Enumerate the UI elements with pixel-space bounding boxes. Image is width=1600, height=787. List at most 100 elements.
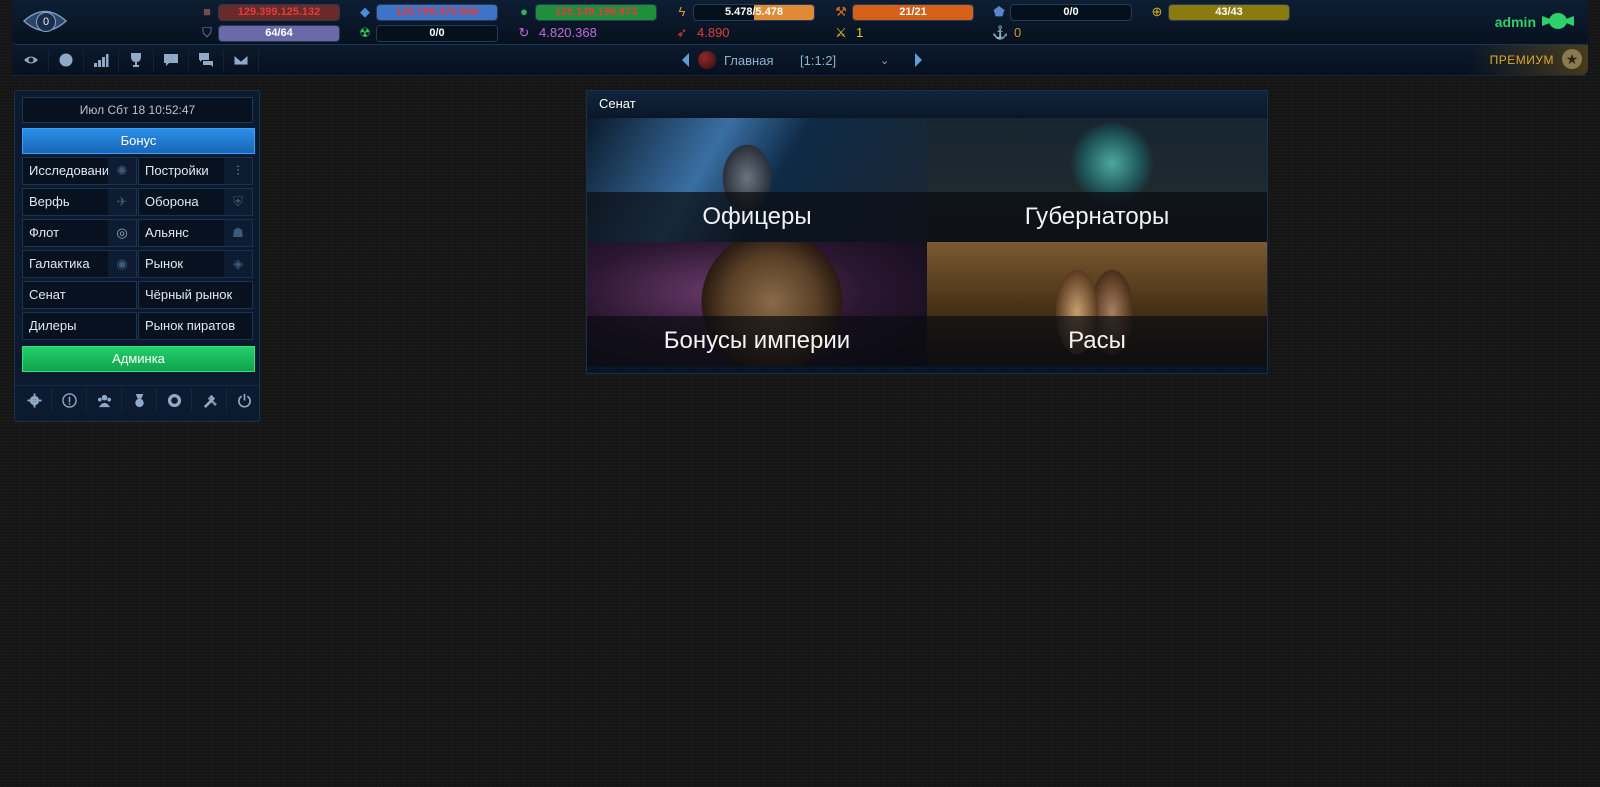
menu-item-label: Флот xyxy=(29,225,60,240)
moon-badge-icon: ⬟ xyxy=(993,4,1005,19)
premium-label: ПРЕМИУМ xyxy=(1489,53,1554,67)
resource-battles[interactable]: ⚔ 1 xyxy=(834,25,974,41)
shield-icon: ⛉ xyxy=(202,25,212,40)
tag-icon: ◈ xyxy=(224,251,252,277)
planet-name[interactable]: Главная xyxy=(724,53,773,68)
bonus-button[interactable]: Бонус xyxy=(22,128,255,154)
menu-item-research[interactable]: Исследовани ✺ xyxy=(22,157,137,185)
menu-item-alliance[interactable]: Альянс ☗ xyxy=(138,219,253,247)
menu-item-galaxy[interactable]: Галактика ◉ xyxy=(22,250,137,278)
user-rank-icon[interactable] xyxy=(1540,10,1576,32)
users-icon xyxy=(97,394,111,407)
top-resource-bar: 0 ■ 129.399.125.132 ◆ 120.799.370.556 ● … xyxy=(12,0,1588,45)
resource-deuterium[interactable]: ● 125.149.198.873 xyxy=(517,4,657,21)
recycle-value: 4.820.368 xyxy=(539,25,597,40)
alliance-icon: ☗ xyxy=(224,220,252,246)
officers-tile[interactable]: Офицеры xyxy=(587,118,927,242)
races-tile[interactable]: Расы xyxy=(927,242,1267,366)
next-planet-arrow-icon[interactable] xyxy=(915,53,922,67)
resource-expeditions[interactable]: ⊕ 43/43 xyxy=(1150,4,1290,21)
chat-bubbles-icon xyxy=(199,53,213,67)
username[interactable]: admin xyxy=(1495,14,1536,30)
statistics-button[interactable] xyxy=(84,49,119,71)
resource-builders[interactable]: ⚒ 21/21 xyxy=(834,4,974,21)
support-button[interactable] xyxy=(157,388,192,412)
resource-recycle[interactable]: ↻ 4.820.368 xyxy=(517,25,657,41)
globe-icon xyxy=(59,53,73,67)
bar-chart-icon xyxy=(94,54,109,67)
hammer-icon: ⚒ xyxy=(835,4,847,19)
resource-metal[interactable]: ■ 129.399.125.132 xyxy=(200,4,340,21)
quick-nav-bar: Главная [1:1:2] ⌄ ПРЕМИУМ ★ xyxy=(12,45,1588,76)
sidebar-footer-icons xyxy=(15,385,259,412)
menu-item-fleet[interactable]: Флот ◎ xyxy=(22,219,137,247)
radiation-value: 0/0 xyxy=(429,27,445,39)
menu-item-buildings[interactable]: Постройки ⫶ xyxy=(138,157,253,185)
fleet-icon: ◎ xyxy=(108,220,136,246)
records-button[interactable] xyxy=(119,49,154,71)
empire-bonuses-tile[interactable]: Бонусы империи xyxy=(587,242,927,366)
planet-icon xyxy=(698,51,716,69)
forum-button[interactable] xyxy=(189,49,224,71)
chat-button[interactable] xyxy=(154,49,189,71)
resource-radiation[interactable]: ☢ 0/0 xyxy=(358,25,498,42)
menu-item-black-market[interactable]: Чёрный рынок xyxy=(138,281,253,309)
prev-planet-arrow-icon[interactable] xyxy=(682,53,689,67)
resource-moons[interactable]: ⬟ 0/0 xyxy=(992,4,1132,21)
menu-item-market[interactable]: Рынок ◈ xyxy=(138,250,253,278)
battles-value: 1 xyxy=(856,25,864,40)
menu-item-shipyard[interactable]: Верфь ✈ xyxy=(22,188,137,216)
energy-value: 5.478/5.478 xyxy=(724,6,784,18)
overview-button[interactable] xyxy=(14,49,49,71)
menu-item-label: Рынок пиратов xyxy=(145,318,236,333)
resource-crystal[interactable]: ◆ 120.799.370.556 xyxy=(358,4,498,21)
menu-item-pirate-market[interactable]: Рынок пиратов xyxy=(138,312,253,340)
menu-item-label: Исследовани xyxy=(29,163,110,178)
metal-value: 129.399.125.132 xyxy=(237,6,321,18)
info-button[interactable] xyxy=(52,388,87,412)
power-icon xyxy=(237,393,251,408)
expeditions-value: 43/43 xyxy=(1215,6,1243,18)
tile-label: Губернаторы xyxy=(927,192,1267,242)
menu-item-label: Чёрный рынок xyxy=(145,287,233,302)
buddies-button[interactable] xyxy=(87,388,122,412)
premium-button[interactable]: ПРЕМИУМ ★ xyxy=(1468,45,1588,75)
senate-panel: Сенат Офицеры Губернаторы Бонусы империи… xyxy=(586,90,1268,374)
chevron-down-icon[interactable]: ⌄ xyxy=(880,54,889,67)
menu-item-label: Галактика xyxy=(29,256,90,271)
tile-label: Офицеры xyxy=(587,192,927,242)
governors-tile[interactable]: Губернаторы xyxy=(927,118,1267,242)
target-icon: ⊕ xyxy=(1151,4,1163,19)
resource-rockets[interactable]: ➶ 4.890 xyxy=(675,25,815,41)
menu-item-dealers[interactable]: Дилеры xyxy=(22,312,137,340)
menu-item-label: Постройки xyxy=(145,163,209,178)
menu-item-defense[interactable]: Оборона ⛨ xyxy=(138,188,253,216)
messages-button[interactable] xyxy=(224,49,259,71)
planet-selector[interactable]: Главная [1:1:2] ⌄ xyxy=(682,51,922,71)
settings-button[interactable] xyxy=(17,388,52,412)
menu-item-senate[interactable]: Сенат xyxy=(22,281,137,309)
planet-coords[interactable]: [1:1:2] xyxy=(800,53,836,68)
server-clock: Июл Сбт 18 10:52:47 xyxy=(22,97,253,123)
overview-eye-button[interactable]: 0 xyxy=(22,6,68,36)
metal-icon: ■ xyxy=(203,4,211,19)
menu-item-label: Альянс xyxy=(145,225,189,240)
trophy-icon xyxy=(131,53,141,67)
tools-icon xyxy=(203,394,217,408)
eye-icon xyxy=(24,56,38,64)
admin-panel-button[interactable]: Админка xyxy=(22,346,255,372)
ship-icon: ✈ xyxy=(108,189,136,215)
crystal-value: 120.799.370.556 xyxy=(395,6,479,18)
tools-button[interactable] xyxy=(192,388,227,412)
energy-icon: ϟ xyxy=(678,4,686,19)
left-menu: Июл Сбт 18 10:52:47 Бонус Исследовани ✺ … xyxy=(14,90,260,422)
resource-energy[interactable]: ϟ 5.478/5.478 xyxy=(675,4,815,21)
resource-shield[interactable]: ⛉ 64/64 xyxy=(200,25,340,42)
empire-button[interactable] xyxy=(49,49,84,71)
panel-title: Сенат xyxy=(587,91,1267,117)
lifebuoy-icon xyxy=(167,393,181,407)
tile-label: Расы xyxy=(927,316,1267,366)
medals-button[interactable] xyxy=(122,388,157,412)
logout-button[interactable] xyxy=(227,388,261,412)
resource-anchor[interactable]: ⚓ 0 xyxy=(992,25,1132,41)
